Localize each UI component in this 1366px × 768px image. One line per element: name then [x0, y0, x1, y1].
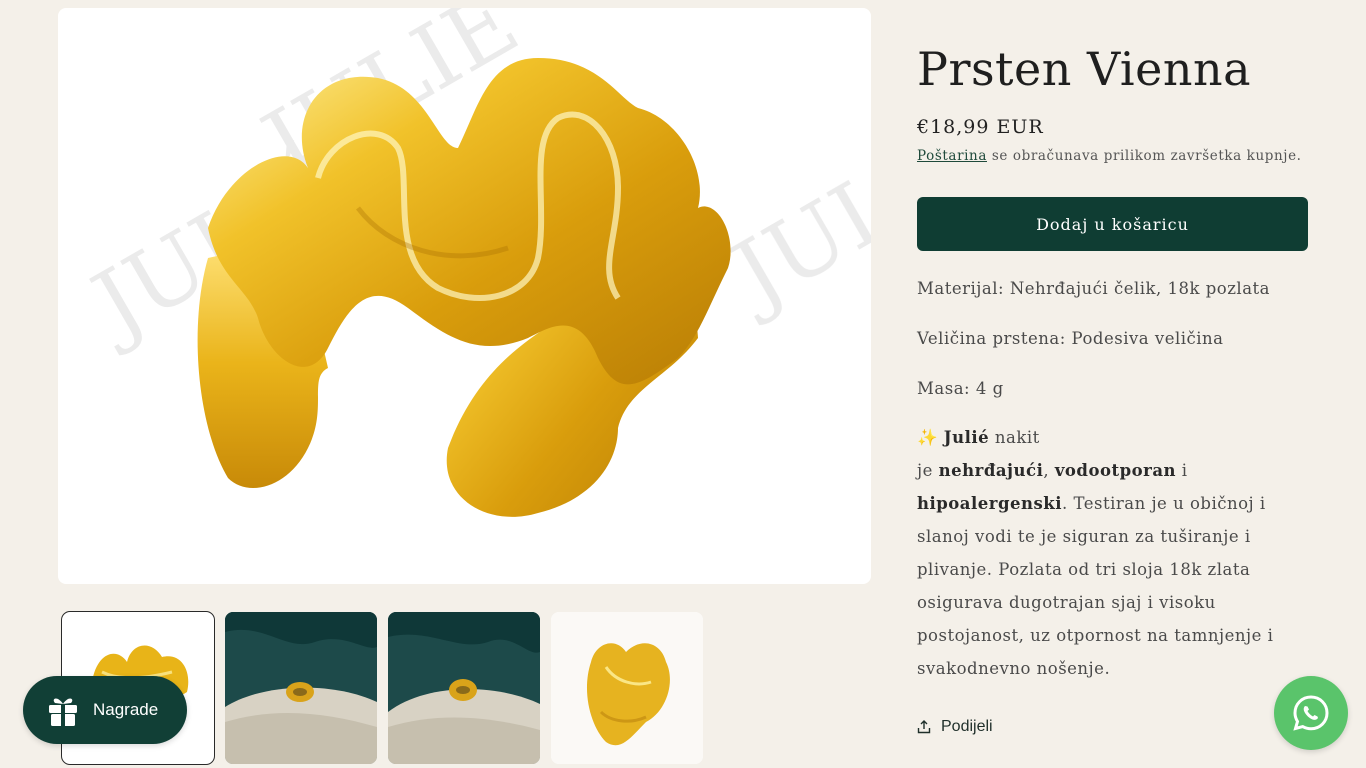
shipping-text: se obračunava prilikom završetka kupnje.: [986, 148, 1302, 164]
text-comma: ,: [1043, 461, 1055, 480]
sparkle-icon: ✨: [917, 428, 939, 447]
ring-on-pillow-image: [225, 612, 377, 764]
share-icon: [917, 720, 931, 734]
property-waterproof: vodootporan: [1054, 461, 1177, 480]
text-period: .: [1061, 494, 1068, 513]
product-price: €18,99 EUR: [917, 116, 1044, 138]
gold-ring-image: JULIÉ JULIÉ JULIÉ: [69, 8, 871, 517]
thumbnail-3[interactable]: [388, 612, 540, 764]
thumbnail-4[interactable]: [551, 612, 703, 764]
whatsapp-button[interactable]: [1274, 676, 1348, 750]
text-je: je: [917, 461, 939, 480]
product-main-image[interactable]: JULIÉ JULIÉ JULIÉ: [58, 8, 871, 584]
brand-name: Julié: [943, 428, 990, 447]
product-info: Prsten Vienna €18,99 EUR Poštarina se ob…: [917, 40, 1317, 685]
shipping-link[interactable]: Poštarina: [917, 148, 987, 164]
brand-suffix: nakit: [989, 428, 1040, 447]
add-to-cart-button[interactable]: Dodaj u košaricu: [917, 197, 1308, 251]
ring-on-pillow-image: [388, 612, 540, 764]
svg-text:JULIÉ: JULIÉ: [709, 99, 871, 331]
thumbnail-2[interactable]: [225, 612, 377, 764]
share-button[interactable]: Podijeli: [917, 718, 993, 736]
property-stainless: nehrđajući: [938, 461, 1044, 480]
size-line: Veličina prstena: Podesiva veličina: [917, 329, 1224, 348]
product-title: Prsten Vienna: [917, 42, 1252, 96]
description-body: Testiran je u običnoj i slanoj vodi te j…: [917, 494, 1274, 678]
share-label: Podijeli: [941, 718, 993, 735]
rewards-button[interactable]: Nagrade: [23, 676, 187, 744]
gift-icon: [49, 698, 77, 726]
feature-paragraph: ✨ Julié nakit je nehrđajući, vodootporan…: [917, 421, 1317, 685]
product-description: Materijal: Nehrđajući čelik, 18k pozlata…: [917, 277, 1317, 685]
weight-line: Masa: 4 g: [917, 379, 1004, 398]
rewards-label: Nagrade: [93, 700, 159, 719]
text-and: i: [1176, 461, 1188, 480]
shipping-note: Poštarina se obračunava prilikom završet…: [917, 148, 1317, 164]
ring-angle-image: [551, 612, 703, 764]
whatsapp-icon: [1293, 695, 1329, 731]
property-hypoallergenic: hipoalergenski: [917, 494, 1062, 513]
material-line: Materijal: Nehrđajući čelik, 18k pozlata: [917, 279, 1271, 298]
